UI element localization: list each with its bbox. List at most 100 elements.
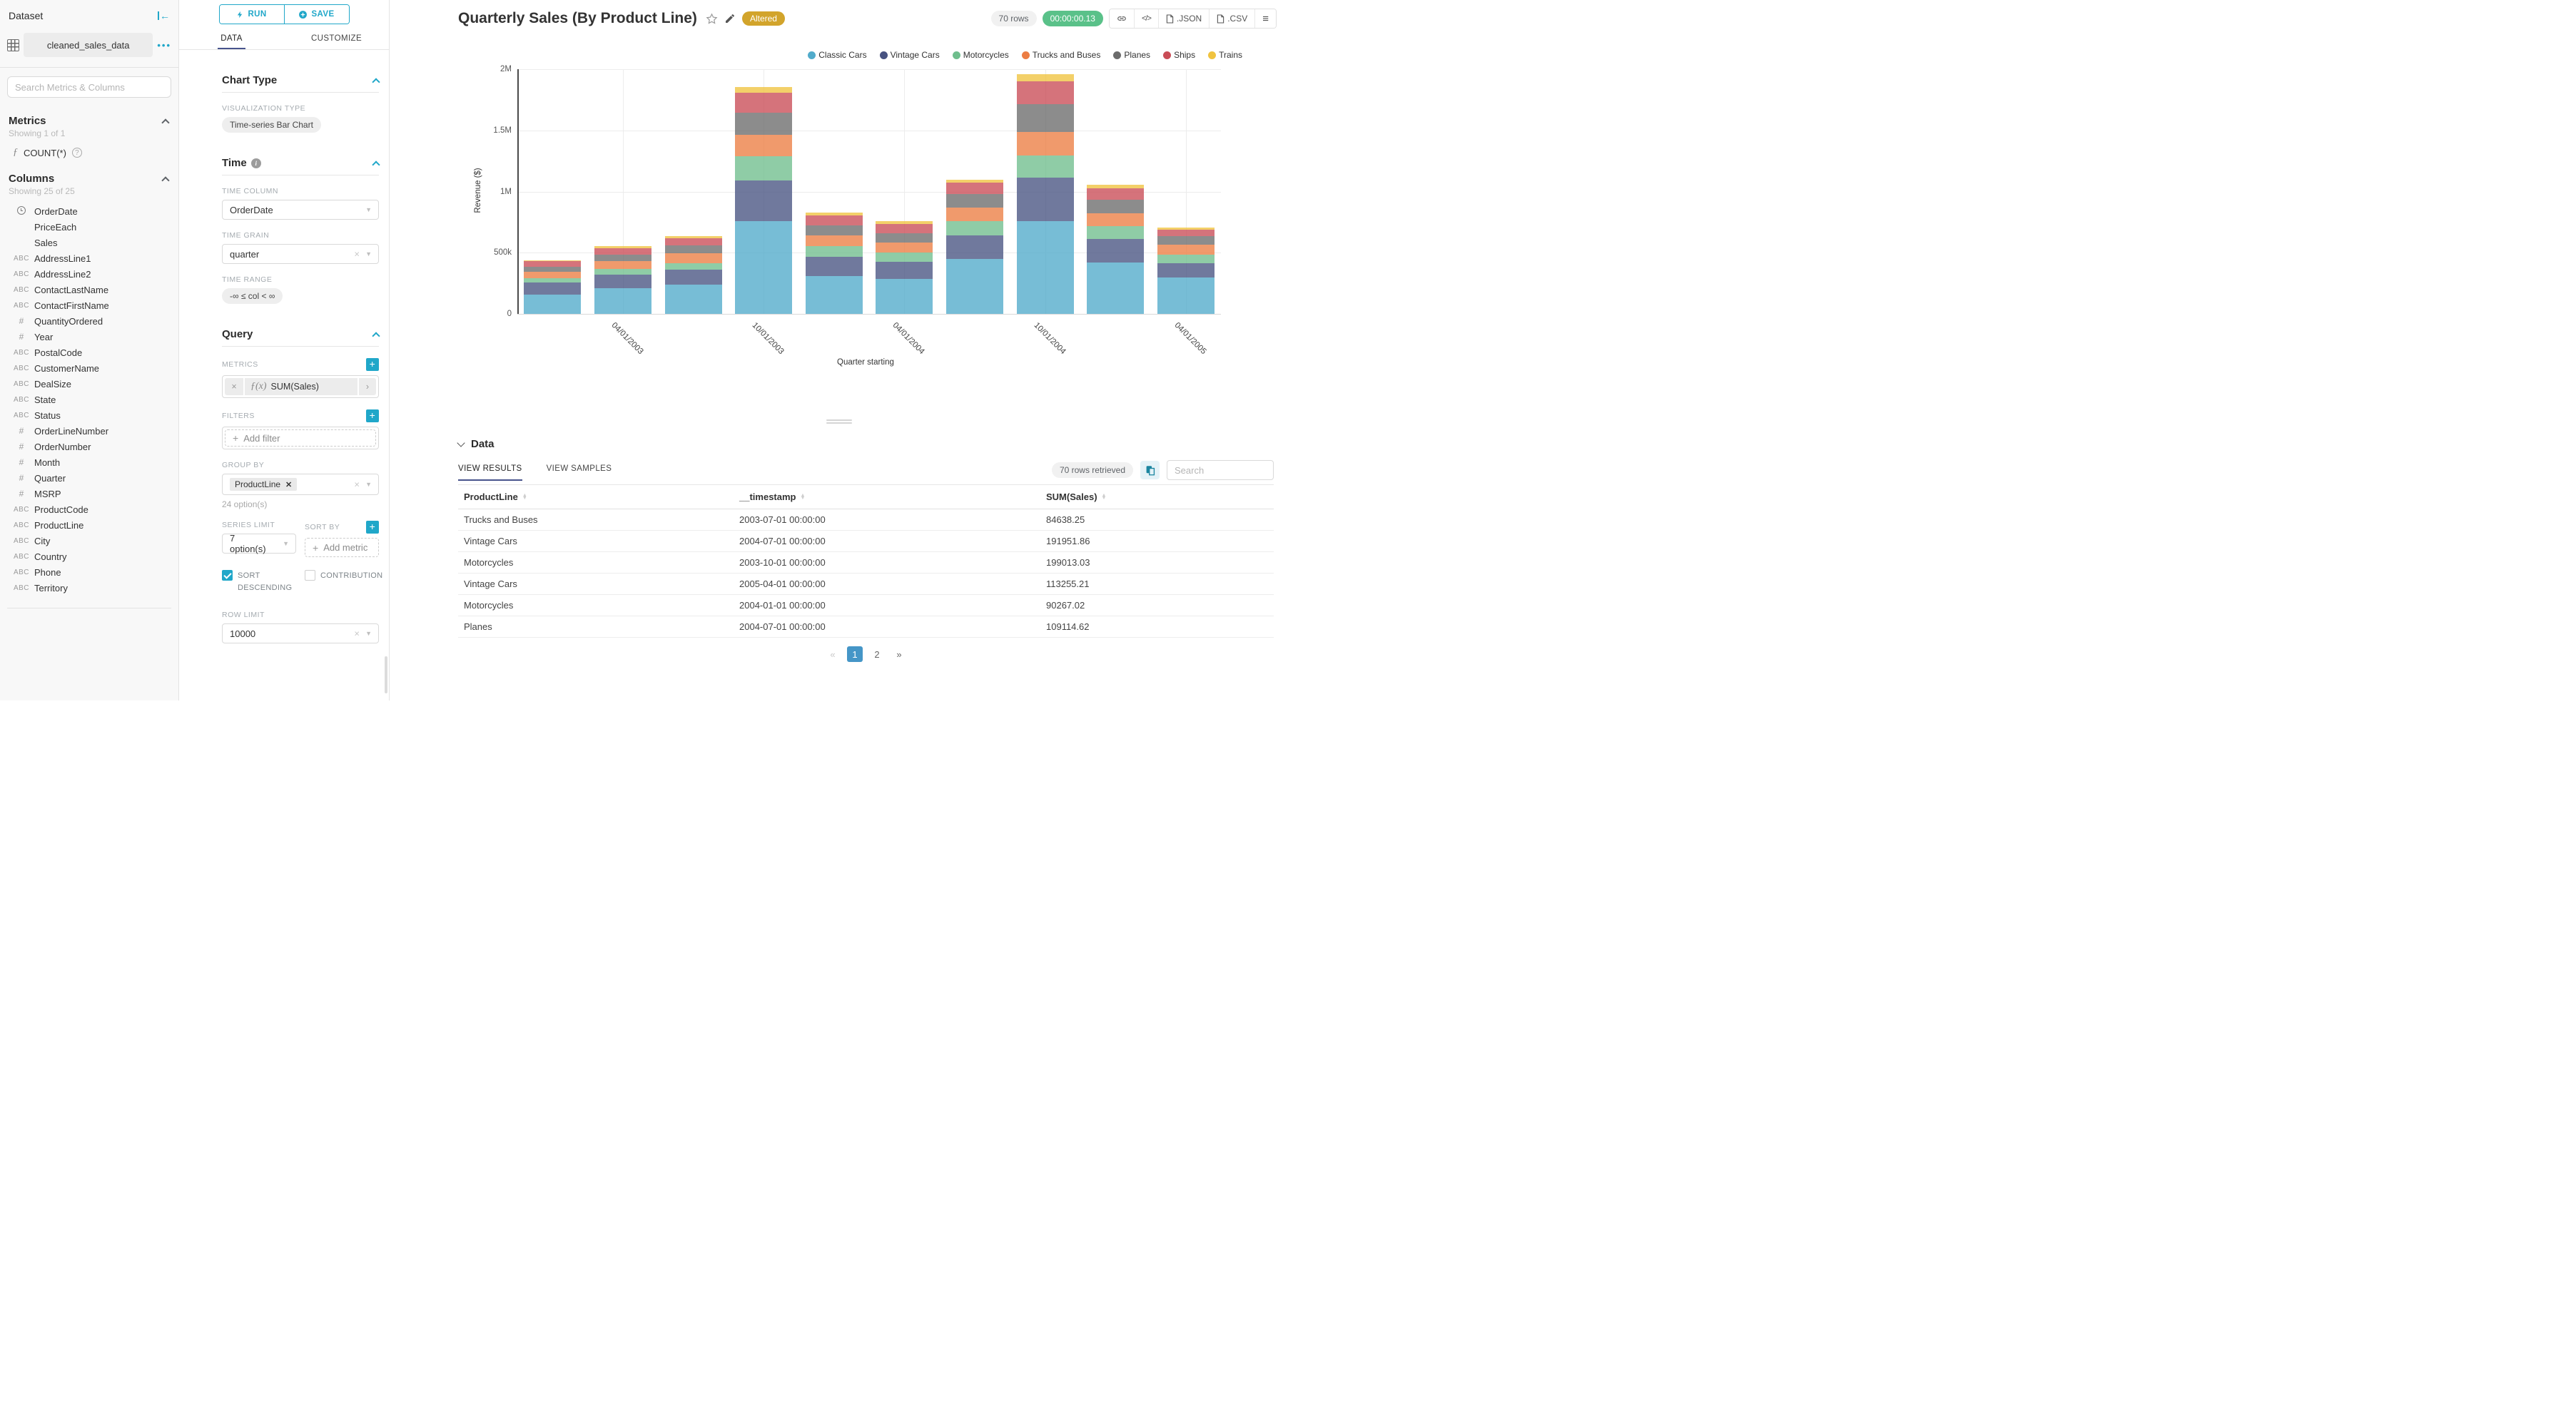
bar-segment[interactable]: [945, 194, 1003, 208]
time-column-select[interactable]: OrderDate ▼: [222, 200, 379, 220]
add-filter-dropzone[interactable]: + Add filter: [225, 429, 376, 447]
column-list-item[interactable]: # OrderNumber: [0, 439, 178, 454]
bar-segment[interactable]: [1087, 239, 1145, 263]
bar-segment[interactable]: [945, 179, 1003, 183]
dataset-more-icon[interactable]: •••: [157, 40, 171, 51]
bar-segment[interactable]: [1016, 220, 1074, 314]
column-header[interactable]: __timestamp ▲ ▼: [739, 491, 1046, 502]
bar-segment[interactable]: [735, 134, 793, 156]
run-button[interactable]: RUN: [219, 5, 284, 24]
bar-segment[interactable]: [1016, 73, 1074, 82]
bar-segment[interactable]: [1016, 132, 1074, 156]
series-limit-select[interactable]: 7 option(s) ▼: [222, 533, 296, 554]
bar-segment[interactable]: [524, 277, 582, 283]
bar-segment[interactable]: [735, 86, 793, 93]
add-filter-button[interactable]: +: [366, 409, 379, 422]
bar-segment[interactable]: [735, 156, 793, 181]
column-list-item[interactable]: # Quarter: [0, 470, 178, 486]
tab-view-samples[interactable]: VIEW SAMPLES: [547, 464, 612, 481]
bar-segment[interactable]: [1157, 230, 1215, 237]
add-sort-metric-button[interactable]: +: [366, 521, 379, 534]
remove-tag-icon[interactable]: ✕: [285, 480, 292, 489]
column-list-item[interactable]: PriceEach: [0, 219, 178, 235]
bar-segment[interactable]: [1087, 213, 1145, 226]
dataset-name[interactable]: cleaned_sales_data: [24, 33, 153, 57]
bar-segment[interactable]: [524, 271, 582, 278]
column-list-item[interactable]: ABC DealSize: [0, 376, 178, 392]
tab-customize[interactable]: CUSTOMIZE: [284, 30, 389, 49]
metric-pill[interactable]: ƒ(x) SUM(Sales): [245, 378, 358, 395]
tab-data[interactable]: DATA: [179, 30, 284, 49]
bar-segment[interactable]: [1157, 244, 1215, 255]
pagination-prev[interactable]: «: [825, 646, 841, 662]
save-button[interactable]: SAVE: [283, 5, 349, 24]
chevron-up-icon[interactable]: [372, 160, 380, 169]
panel-resize-handle[interactable]: [826, 418, 852, 425]
bar-segment[interactable]: [735, 180, 793, 221]
column-list-item[interactable]: # OrderLineNumber: [0, 423, 178, 439]
row-limit-select[interactable]: 10000 × ▼: [222, 623, 379, 643]
bar-segment[interactable]: [594, 261, 651, 269]
bar-segment[interactable]: [664, 245, 722, 253]
bar-segment[interactable]: [1157, 277, 1215, 314]
bar-segment[interactable]: [876, 252, 933, 263]
add-metric-button[interactable]: +: [366, 358, 379, 371]
time-range-value[interactable]: -∞ ≤ col < ∞: [222, 288, 283, 304]
clear-icon[interactable]: ×: [354, 479, 360, 490]
bar-segment[interactable]: [945, 258, 1003, 314]
sort-descending-checkbox[interactable]: SORT DESCENDING: [222, 570, 296, 593]
pagination-page-2[interactable]: 2: [869, 646, 885, 662]
column-list-item[interactable]: # Month: [0, 454, 178, 470]
pagination-page-1[interactable]: 1: [847, 646, 863, 662]
bar-segment[interactable]: [594, 268, 651, 275]
chevron-up-icon[interactable]: [161, 175, 170, 185]
bar-segment[interactable]: [664, 235, 722, 239]
bar-segment[interactable]: [1157, 263, 1215, 277]
bar-segment[interactable]: [524, 260, 582, 262]
viz-type-value[interactable]: Time-series Bar Chart: [222, 117, 321, 133]
column-list-item[interactable]: # MSRP: [0, 486, 178, 501]
column-list-item[interactable]: ABC Status: [0, 407, 178, 423]
table-row[interactable]: Motorcycles 2003-10-01 00:00:00 199013.03: [458, 552, 1274, 574]
bar-segment[interactable]: [805, 235, 863, 246]
bar-segment[interactable]: [594, 287, 651, 314]
bar-segment[interactable]: [1016, 103, 1074, 133]
remove-metric-icon[interactable]: ×: [225, 378, 245, 395]
pagination-next[interactable]: »: [891, 646, 907, 662]
search-metrics-columns-input[interactable]: [7, 76, 171, 98]
bar-segment[interactable]: [805, 257, 863, 276]
bar-segment[interactable]: [735, 220, 793, 314]
bar-segment[interactable]: [664, 263, 722, 270]
bar-segment[interactable]: [805, 245, 863, 258]
checkbox-unchecked-icon[interactable]: [305, 570, 315, 581]
bar-segment[interactable]: [1016, 81, 1074, 104]
clear-icon[interactable]: ×: [354, 249, 360, 260]
column-header[interactable]: ProductLine ▲ ▼: [464, 491, 739, 502]
bar-segment[interactable]: [876, 262, 933, 280]
column-list-item[interactable]: ABC Territory: [0, 580, 178, 596]
bar-segment[interactable]: [876, 221, 933, 225]
help-icon[interactable]: ?: [71, 148, 82, 158]
chevron-up-icon[interactable]: [372, 331, 380, 340]
column-list-item[interactable]: # QuantityOrdered: [0, 313, 178, 329]
bar-segment[interactable]: [1087, 185, 1145, 189]
bar-segment[interactable]: [664, 238, 722, 246]
bar-segment[interactable]: [594, 248, 651, 255]
column-list-item[interactable]: ABC Phone: [0, 564, 178, 580]
bar-segment[interactable]: [805, 275, 863, 314]
column-list-item[interactable]: # Year: [0, 329, 178, 345]
column-list-item[interactable]: ABC CustomerName: [0, 360, 178, 376]
chevron-down-icon[interactable]: [457, 439, 465, 447]
bar-segment[interactable]: [876, 233, 933, 243]
chevron-up-icon[interactable]: [372, 77, 380, 86]
bar-segment[interactable]: [1157, 255, 1215, 264]
bar-segment[interactable]: [594, 254, 651, 262]
bar-segment[interactable]: [1087, 188, 1145, 200]
table-search-input[interactable]: [1167, 460, 1274, 480]
table-row[interactable]: Planes 2004-07-01 00:00:00 109114.62: [458, 616, 1274, 638]
column-list-item[interactable]: ABC Country: [0, 549, 178, 564]
bar-segment[interactable]: [664, 284, 722, 314]
bar-segment[interactable]: [735, 92, 793, 113]
bar-segment[interactable]: [524, 282, 582, 295]
bar-segment[interactable]: [876, 242, 933, 253]
